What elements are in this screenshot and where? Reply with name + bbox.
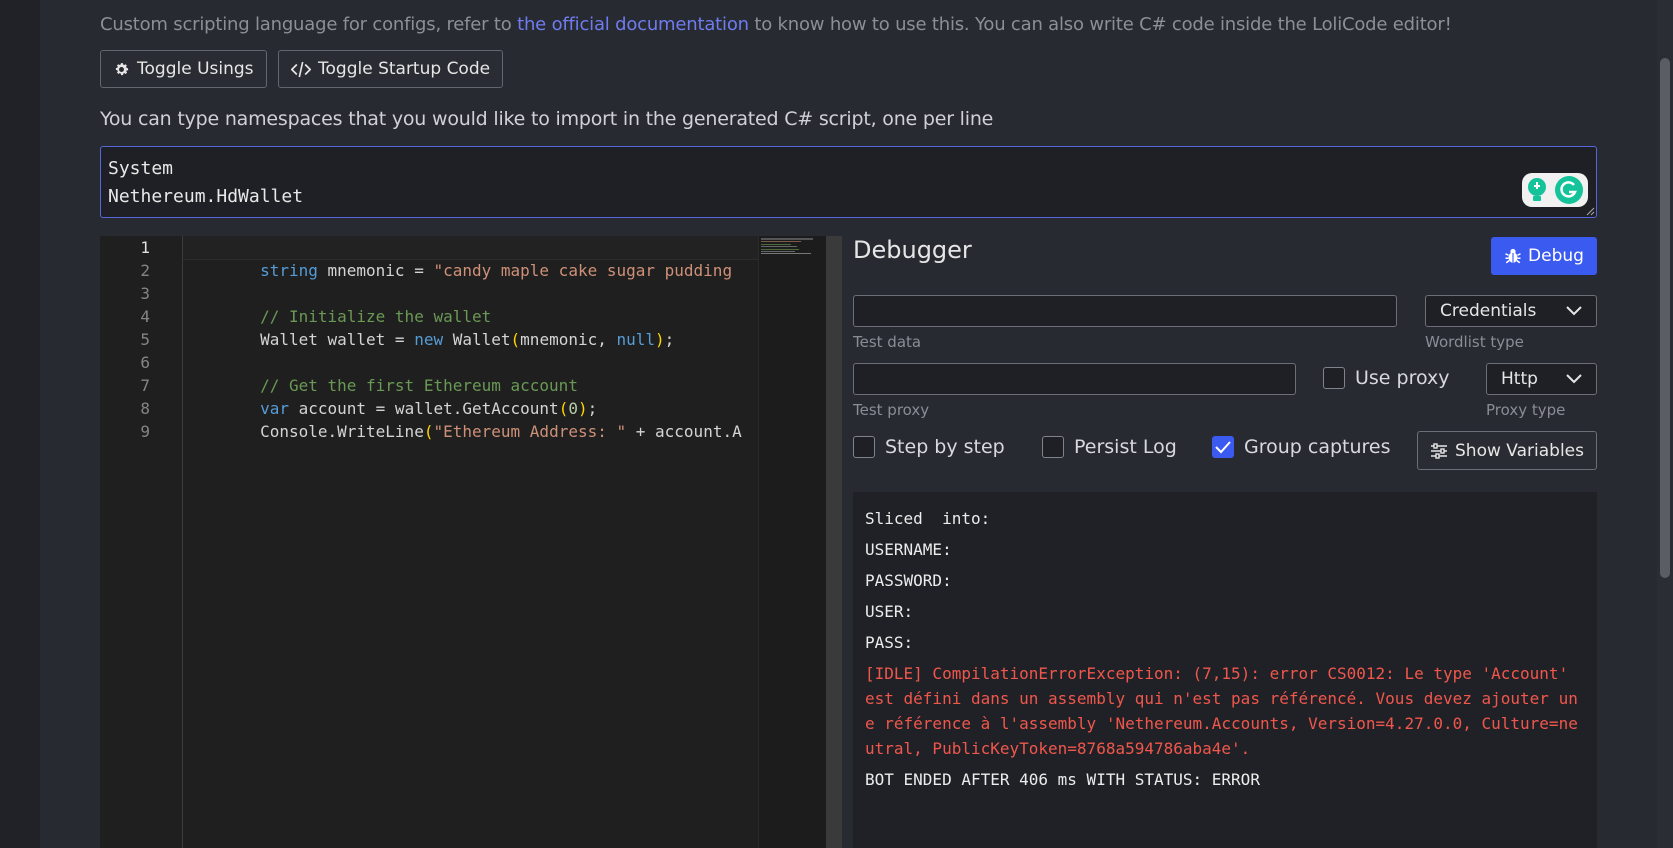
line-number: 6 [140, 353, 150, 372]
checkbox-box [1042, 436, 1064, 458]
grammarly-icon [1555, 176, 1583, 204]
page-scrollbar-thumb[interactable] [1660, 58, 1670, 578]
step-by-step-checkbox[interactable]: Step by step [853, 436, 1005, 458]
code-area[interactable]: string mnemonic = "candy maple cake suga… [182, 236, 759, 848]
code-line-7: // Get the first Ethereum account [260, 376, 578, 395]
using-line: Nethereum.HdWallet [108, 186, 304, 207]
use-proxy-checkbox[interactable]: Use proxy [1323, 367, 1450, 389]
page-description: Custom scripting language for configs, r… [100, 14, 1452, 35]
grammarly-widget[interactable] [1522, 173, 1588, 207]
debugger-panel: Debugger Debug Test data Credentials Wor… [853, 236, 1597, 848]
log-line: PASS: [865, 633, 914, 652]
code-line-9: Console.WriteLine("Ethereum Address: " +… [260, 422, 742, 441]
line-number: 5 [140, 330, 150, 349]
code-line-4: // Initialize the wallet [260, 307, 492, 326]
usings-hint: You can type namespaces that you would l… [100, 108, 994, 130]
log-error: [IDLE] CompilationErrorException: (7,15)… [865, 664, 1578, 758]
code-line-5: Wallet wallet = new Wallet(mnemonic, nul… [260, 330, 675, 349]
checkbox-box [853, 436, 875, 458]
toggle-startup-code-button[interactable]: Toggle Startup Code [278, 50, 503, 88]
test-data-label: Test data [853, 333, 922, 351]
proxy-type-label: Proxy type [1486, 401, 1566, 419]
test-proxy-input[interactable] [853, 363, 1296, 395]
test-data-input[interactable] [853, 295, 1397, 327]
proxy-type-select[interactable]: Http [1486, 363, 1597, 395]
lightbulb-icon [1528, 178, 1546, 201]
docs-link[interactable]: the official documentation [517, 14, 749, 35]
line-numbers: 1 2 3 4 5 6 7 8 9 [100, 236, 182, 443]
bug-icon [1505, 248, 1521, 264]
debug-button[interactable]: Debug [1491, 237, 1597, 275]
minimap-preview [761, 238, 813, 254]
line-number: 4 [140, 307, 150, 326]
test-proxy-label: Test proxy [853, 401, 930, 419]
code-line-1 [183, 236, 759, 260]
debugger-title: Debugger [853, 236, 972, 264]
chevron-down-icon [1566, 374, 1582, 384]
line-number: 7 [140, 376, 150, 395]
show-variables-button[interactable]: Show Variables [1417, 431, 1597, 470]
wordlist-type-label: Wordlist type [1425, 333, 1524, 351]
left-gutter [0, 0, 40, 848]
using-line: System [108, 158, 174, 179]
sliders-icon [1431, 442, 1448, 459]
gear-icon [115, 62, 129, 75]
checkbox-box [1323, 367, 1345, 389]
lolicode-editor[interactable]: 1 2 3 4 5 6 7 8 9 string mnemonic = "can… [100, 236, 827, 848]
code-icon [291, 61, 311, 77]
line-number: 3 [140, 284, 150, 303]
log-line: USER: [865, 602, 914, 621]
line-number: 8 [140, 399, 150, 418]
line-number: 9 [140, 422, 150, 441]
editor-splitter[interactable] [826, 236, 842, 848]
log-line: USERNAME: [865, 540, 952, 559]
resize-handle-icon[interactable] [1585, 206, 1595, 216]
checkbox-box-checked [1212, 436, 1234, 458]
usings-textarea[interactable]: System Nethereum.HdWallet [100, 146, 1597, 218]
debugger-log: Sliced into: USERNAME: PASSWORD: USER: P… [853, 492, 1597, 848]
wordlist-type-select[interactable]: Credentials [1425, 295, 1597, 327]
code-line-2: string mnemonic = "candy maple cake suga… [260, 261, 733, 280]
toggle-usings-button[interactable]: Toggle Usings [100, 50, 267, 88]
editor-minimap[interactable] [758, 236, 827, 848]
chevron-down-icon [1566, 306, 1582, 316]
persist-log-checkbox[interactable]: Persist Log [1042, 436, 1177, 458]
log-line: Sliced into: [865, 509, 991, 528]
log-status: BOT ENDED AFTER 406 ms WITH STATUS: ERRO… [865, 770, 1260, 789]
line-number: 1 [140, 238, 150, 257]
checkmark-icon [1215, 440, 1231, 453]
log-line: PASSWORD: [865, 571, 952, 590]
line-number: 2 [140, 261, 150, 280]
group-captures-checkbox[interactable]: Group captures [1212, 436, 1391, 458]
code-line-8: var account = wallet.GetAccount(0); [260, 399, 598, 418]
